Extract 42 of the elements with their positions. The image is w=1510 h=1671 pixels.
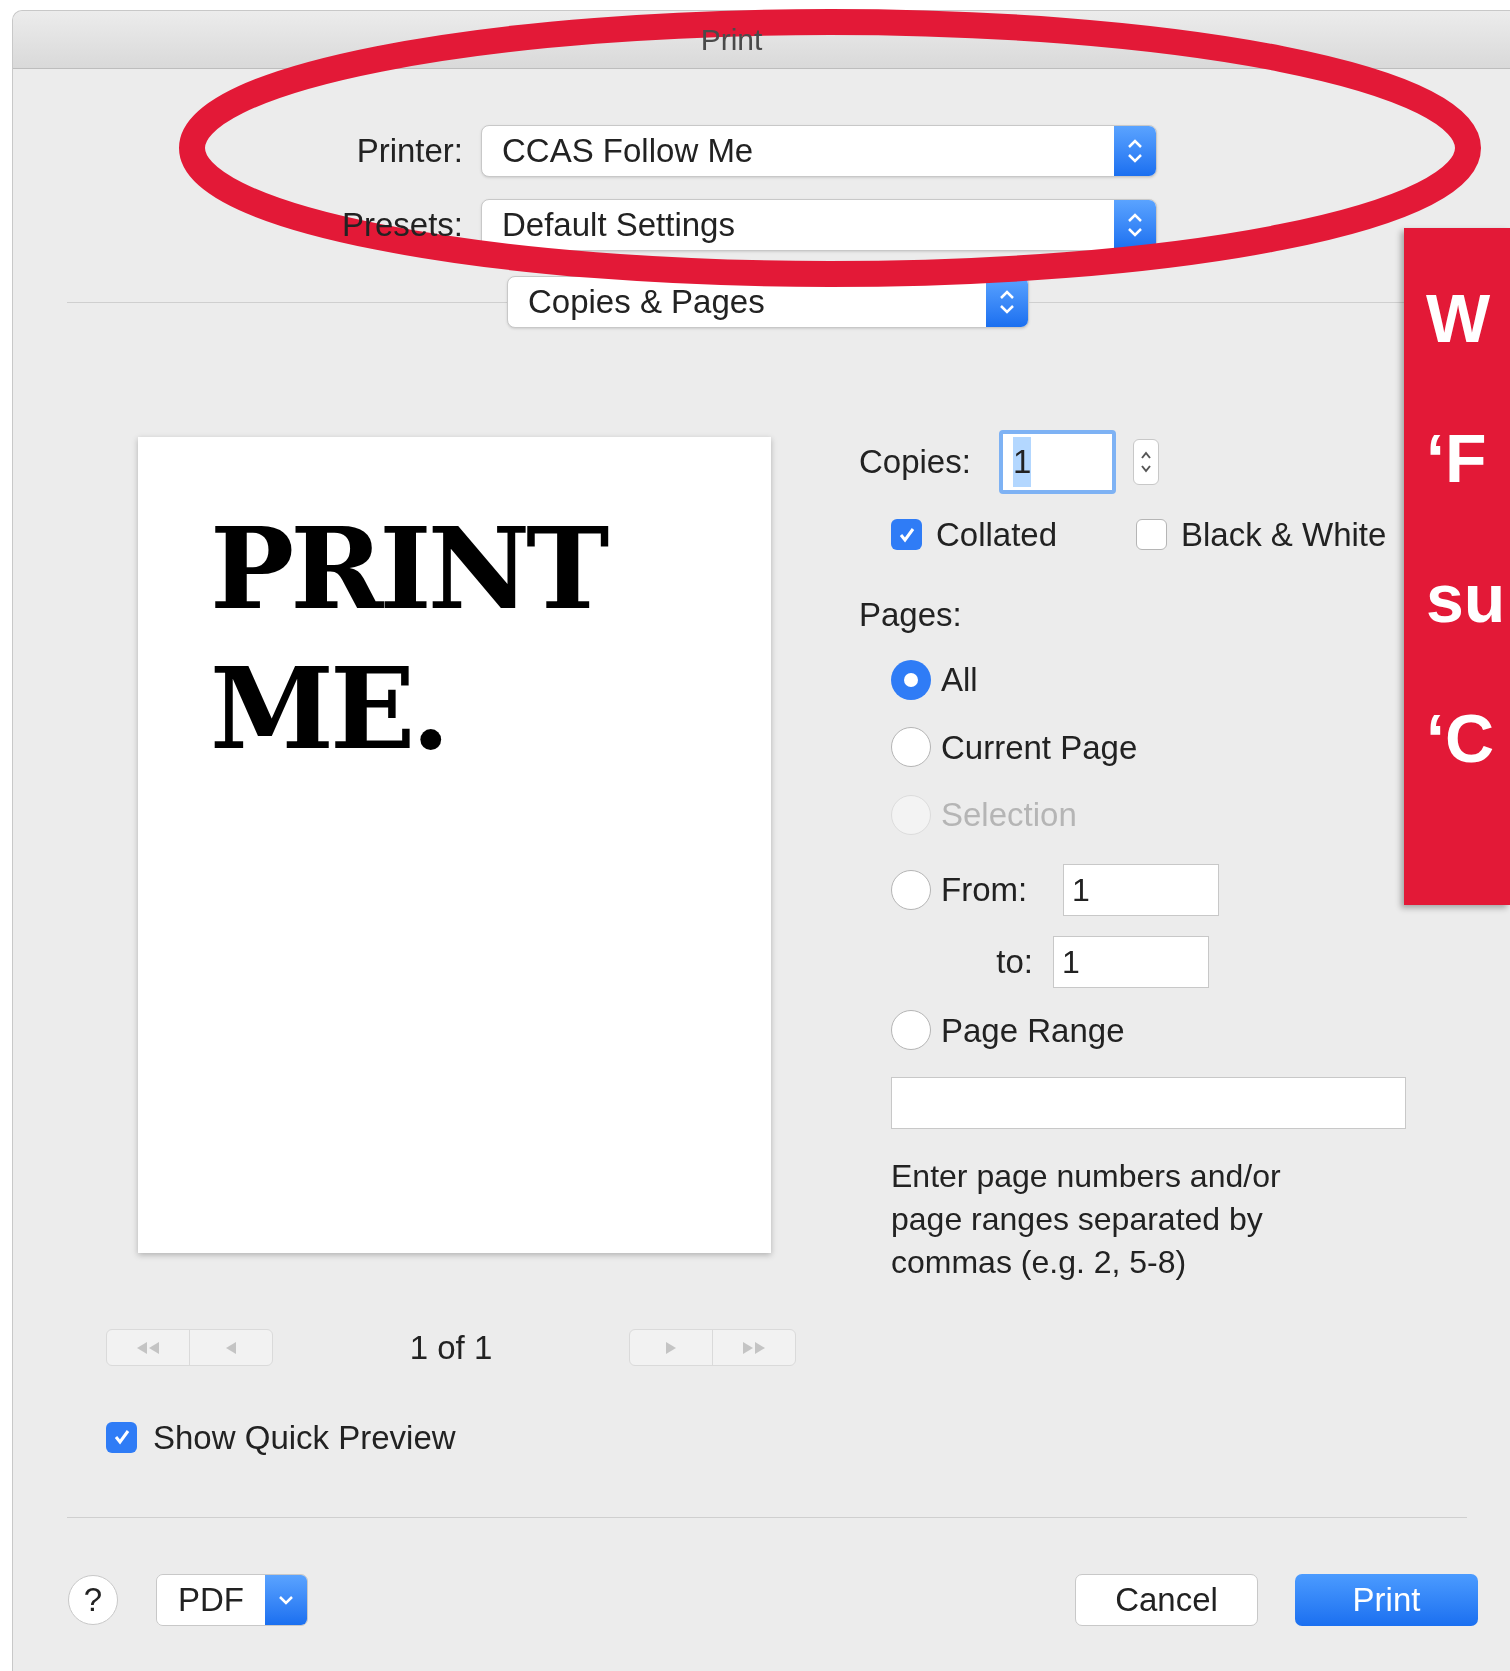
to-field[interactable]: 1 bbox=[1053, 935, 1209, 988]
preview-text: PRINT bbox=[210, 502, 607, 636]
radio-label: Page Range bbox=[941, 1010, 1125, 1051]
dropdown-chevron-icon[interactable] bbox=[265, 1575, 307, 1625]
print-button[interactable]: Print bbox=[1295, 1574, 1478, 1626]
preview-text: ME. bbox=[210, 642, 448, 776]
callout-text: ‘F bbox=[1426, 419, 1488, 498]
presets-dropdown[interactable]: Default Settings bbox=[481, 199, 1157, 251]
pdf-button[interactable]: PDF bbox=[157, 1575, 265, 1625]
callout-text: ‘C bbox=[1426, 699, 1495, 778]
checkbox[interactable] bbox=[891, 519, 922, 551]
stepper-icon bbox=[1114, 200, 1156, 250]
stepper-icon[interactable] bbox=[1133, 439, 1159, 485]
radio-label: Current Page bbox=[941, 727, 1138, 768]
radio-button[interactable] bbox=[891, 727, 931, 768]
checkbox-label: Collated bbox=[936, 515, 1058, 555]
page-counter: 1 of 1 bbox=[408, 1328, 494, 1368]
radio-button[interactable] bbox=[891, 659, 931, 700]
checkbox-label: Show Quick Preview bbox=[153, 1417, 456, 1458]
checkbox[interactable] bbox=[106, 1421, 137, 1453]
radio-button[interactable] bbox=[891, 1010, 931, 1051]
field-label: to: bbox=[995, 941, 1034, 982]
help-button[interactable]: ? bbox=[68, 1575, 118, 1625]
checkbox[interactable] bbox=[1136, 519, 1167, 551]
radio-label: From: bbox=[941, 870, 1028, 908]
checkbox-label: Black & White bbox=[1181, 515, 1387, 555]
help-text: Enter page numbers and/or page ranges separated by commas (e.g. 2, 5-8) bbox=[891, 1157, 1282, 1282]
field-label: Copies: bbox=[859, 442, 972, 483]
radio-button[interactable] bbox=[891, 869, 931, 910]
right-triangle-icon bbox=[664, 1339, 677, 1356]
callout-text: W bbox=[1426, 279, 1492, 358]
section-label: Pages: bbox=[859, 594, 963, 635]
left-triangle-icon bbox=[225, 1339, 238, 1356]
page-range-field[interactable] bbox=[891, 1077, 1406, 1129]
callout-text: su bbox=[1426, 559, 1507, 638]
from-field[interactable]: 1 bbox=[1063, 863, 1219, 916]
field-label: Printer: bbox=[356, 131, 463, 172]
radio-label: All bbox=[941, 660, 978, 700]
copies-field[interactable]: 1 bbox=[999, 430, 1116, 494]
cancel-button[interactable]: Cancel bbox=[1075, 1574, 1258, 1626]
stepper-icon bbox=[1114, 126, 1156, 176]
printer-dropdown[interactable]: CCAS Follow Me bbox=[481, 125, 1157, 177]
